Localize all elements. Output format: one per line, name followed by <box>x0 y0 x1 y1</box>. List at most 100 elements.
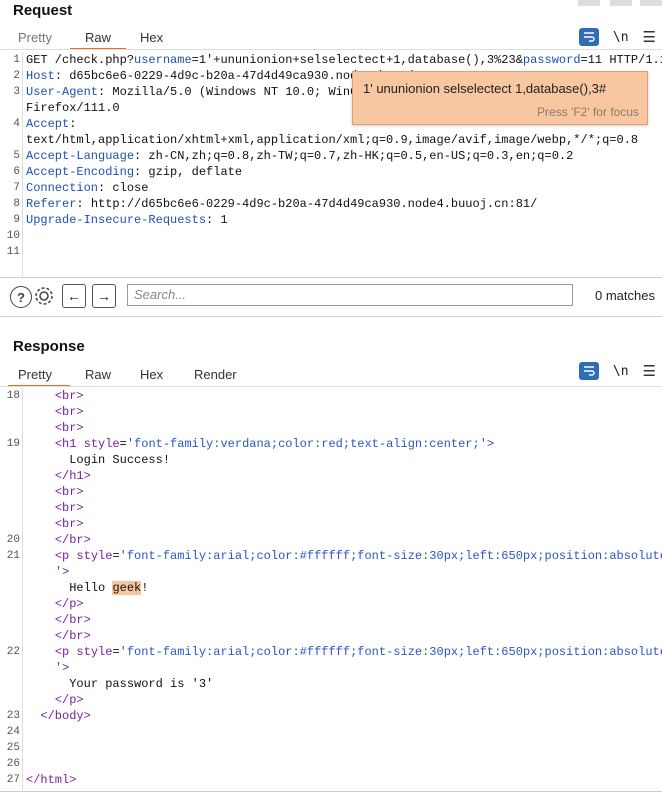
line-number: 21 <box>6 550 20 562</box>
window-control[interactable] <box>610 0 632 6</box>
code-token: style <box>76 645 113 659</box>
request-tools: \n ☰ <box>578 28 656 46</box>
settings-gear-icon[interactable] <box>33 285 55 307</box>
code-token: <br> <box>54 421 84 435</box>
code-token: <br> <box>54 501 84 515</box>
code-token: GET /check.php? <box>26 53 135 67</box>
tab-render[interactable]: Render <box>194 365 237 384</box>
code-token: = <box>112 645 120 659</box>
tab-hex[interactable]: Hex <box>140 365 163 384</box>
code-line: </h1> <box>26 469 91 483</box>
line-number: 24 <box>6 726 20 738</box>
code-token: Accept-Encoding <box>26 165 135 179</box>
window-control[interactable] <box>578 0 600 6</box>
code-line: Firefox/111.0 <box>26 101 120 115</box>
code-line: '> <box>26 565 69 579</box>
tab-raw[interactable]: Raw <box>85 365 111 384</box>
request-title: Request <box>13 2 73 19</box>
code-token: ' <box>54 565 63 579</box>
divider <box>0 316 662 317</box>
response-editor[interactable]: 18 <br> <br> <br> 19 <h1 style='font-fami… <box>0 388 662 790</box>
code-token: Your password is '3' <box>69 677 214 691</box>
code-line: </html> <box>26 773 76 787</box>
code-token: ! <box>141 581 149 595</box>
line-number: 5 <box>13 150 20 162</box>
code-token: = <box>112 549 120 563</box>
code-line: Accept-Encoding: gzip, deflate <box>26 165 242 179</box>
code-token: <p <box>54 645 77 659</box>
tooltip-text: 1' ununionion selselectect 1,database(),… <box>363 81 607 96</box>
code-token: : gzip, deflate <box>134 165 243 179</box>
line-number: 6 <box>13 166 20 178</box>
code-line: Your password is '3' <box>26 677 213 691</box>
code-line: <p style='font-family:arial;color:#fffff… <box>26 549 662 563</box>
search-highlight: geek <box>112 581 142 595</box>
code-token: Hello <box>69 581 113 595</box>
tab-pretty[interactable]: Pretty <box>18 365 52 384</box>
response-tabs: Pretty Raw Hex Render \n ☰ <box>0 362 662 387</box>
code-line: Referer: http://d65bc6e6-0229-4d9c-b20a-… <box>26 197 537 211</box>
match-count: 0 matches <box>595 288 655 303</box>
code-line: </body> <box>26 709 91 723</box>
code-line: Accept: <box>26 117 76 131</box>
line-number: 3 <box>13 86 20 98</box>
tab-hex[interactable]: Hex <box>140 28 163 47</box>
line-number: 7 <box>13 182 20 194</box>
code-token: <br> <box>54 517 84 531</box>
code-line: <p style='font-family:arial;color:#fffff… <box>26 645 662 659</box>
word-wrap-icon[interactable] <box>578 362 599 380</box>
code-line: </p> <box>26 597 84 611</box>
code-token: </br> <box>54 533 91 547</box>
code-token: : zh-CN,zh;q=0.8,zh-TW;q=0.7,zh-HK;q=0.5… <box>134 149 574 163</box>
line-number: 22 <box>6 646 20 658</box>
word-wrap-icon[interactable] <box>578 28 599 46</box>
code-token: Upgrade-Insecure-Requests <box>26 213 207 227</box>
divider <box>0 277 662 278</box>
window-control[interactable] <box>640 0 662 6</box>
response-tools: \n ☰ <box>578 362 656 380</box>
code-line: </p> <box>26 693 84 707</box>
code-token: ' <box>54 661 63 675</box>
code-line: <br> <box>26 389 84 403</box>
tab-pretty[interactable]: Pretty <box>18 28 52 47</box>
code-line: Hello geek! <box>26 581 148 595</box>
newline-toggle-icon[interactable]: \n <box>613 30 629 45</box>
code-token: </body> <box>40 709 91 723</box>
menu-icon[interactable]: ☰ <box>643 28 656 46</box>
response-title: Response <box>13 338 85 355</box>
code-token: style <box>76 549 113 563</box>
code-line: </br> <box>26 533 91 547</box>
newline-toggle-icon[interactable]: \n <box>613 364 629 379</box>
search-input[interactable]: Search... <box>127 284 573 306</box>
code-token: = <box>119 437 127 451</box>
previous-match-button[interactable]: ← <box>62 284 86 308</box>
tab-raw[interactable]: Raw <box>85 28 111 47</box>
next-match-button[interactable]: → <box>92 284 116 308</box>
code-line: text/html,application/xhtml+xml,applicat… <box>26 133 638 147</box>
menu-icon[interactable]: ☰ <box>643 362 656 380</box>
code-token: <h1 <box>54 437 84 451</box>
code-token: 'font-family:arial;color:#ffffff;font-si… <box>119 645 662 659</box>
line-number: 10 <box>6 230 20 242</box>
code-line: Accept-Language: zh-CN,zh;q=0.8,zh-TW;q=… <box>26 149 573 163</box>
help-icon[interactable]: ? <box>10 286 32 308</box>
code-token: : close <box>98 181 149 195</box>
request-tabs: Pretty Raw Hex \n ☰ <box>0 28 662 50</box>
line-number: 18 <box>6 390 20 402</box>
code-line: Upgrade-Insecure-Requests: 1 <box>26 213 228 227</box>
line-number: 9 <box>13 214 20 226</box>
code-line: <br> <box>26 421 84 435</box>
